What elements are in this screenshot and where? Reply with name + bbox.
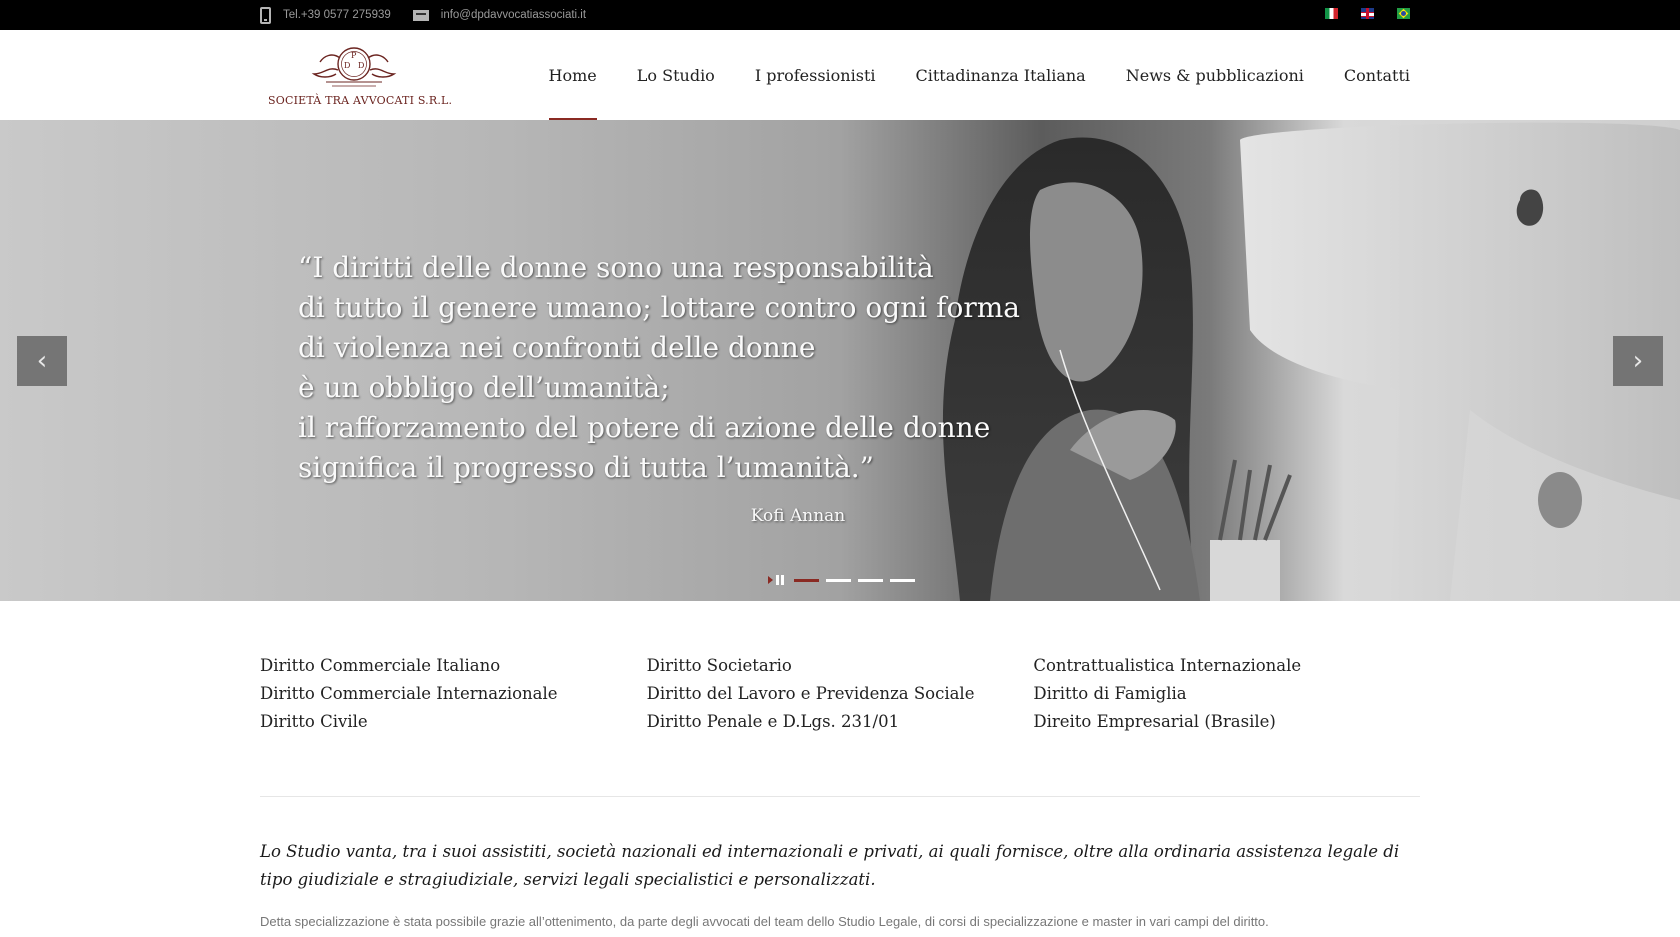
chevron-left-icon: ‹ — [36, 346, 48, 376]
nav-professionisti[interactable]: I professionisti — [755, 30, 876, 120]
chevron-right-icon: › — [1632, 346, 1644, 376]
hero-slider: “I diritti delle donne sono una responsa… — [0, 120, 1680, 601]
main-nav: Home Lo Studio I professionisti Cittadin… — [509, 30, 1410, 120]
phone-icon — [260, 6, 271, 24]
phone-number: Tel.+39 0577 275939 — [283, 9, 391, 21]
practice-areas: Diritto Commerciale Italiano Diritto Com… — [260, 652, 1420, 736]
email-address: info@dpdavvocatiassociati.it — [440, 9, 587, 21]
email-contact[interactable]: info@dpdavvocatiassociati.it — [412, 9, 587, 21]
uk-flag-icon[interactable] — [1361, 8, 1374, 19]
practice-area-link[interactable]: Diritto Civile — [260, 708, 647, 736]
slider-controls — [768, 575, 922, 585]
quote-line: “I diritti delle donne sono una responsa… — [298, 251, 934, 284]
italian-flag-icon[interactable] — [1325, 8, 1338, 19]
slide-dot-4[interactable] — [890, 578, 915, 582]
logo[interactable]: P D D SOCIETÀ TRA AVVOCATI S.R.L. — [266, 44, 453, 110]
intro-paragraph: Lo Studio vanta, tra i suoi assistiti, s… — [260, 842, 1400, 889]
slider-prev-button[interactable]: ‹ — [17, 336, 67, 386]
top-bar: Tel.+39 0577 275939 info@dpdavvocatiasso… — [0, 0, 1680, 30]
nav-lo-studio[interactable]: Lo Studio — [637, 30, 715, 120]
crest-logo-icon: P D D — [311, 47, 397, 87]
practice-column: Diritto Commerciale Italiano Diritto Com… — [260, 652, 647, 736]
quote-author: Kofi Annan — [750, 506, 846, 526]
practice-area-link[interactable]: Diritto di Famiglia — [1033, 680, 1420, 708]
detail-paragraph: Detta specializzazione è stata possibile… — [260, 914, 1269, 929]
practice-column: Diritto Societario Diritto del Lavoro e … — [647, 652, 1034, 736]
slide-dot-2[interactable] — [826, 578, 851, 582]
play-icon[interactable] — [768, 576, 773, 584]
hero-quote: “I diritti delle donne sono una responsa… — [298, 248, 1020, 488]
slide-dot-3[interactable] — [858, 578, 883, 582]
brazil-flag-icon[interactable] — [1397, 8, 1410, 19]
logo-text: SOCIETÀ TRA AVVOCATI S.R.L. — [268, 94, 453, 107]
quote-line: è un obbligo dell’umanità; — [298, 371, 670, 404]
nav-home[interactable]: Home — [548, 30, 598, 120]
slide-dot-1[interactable] — [794, 578, 819, 582]
nav-news[interactable]: News & pubblicazioni — [1126, 30, 1304, 120]
mail-icon — [412, 9, 429, 21]
section-divider — [260, 796, 1420, 797]
svg-text:P: P — [351, 51, 357, 60]
quote-line: di tutto il genere umano; lottare contro… — [298, 291, 1020, 324]
practice-area-link[interactable]: Contrattualistica Internazionale — [1033, 652, 1420, 680]
pause-icon[interactable] — [776, 575, 784, 585]
quote-line: di violenza nei confronti delle donne — [298, 331, 816, 364]
practice-area-link[interactable]: Diritto Commerciale Internazionale — [260, 680, 647, 708]
phone-contact[interactable]: Tel.+39 0577 275939 — [260, 6, 391, 24]
slider-next-button[interactable]: › — [1613, 336, 1663, 386]
practice-area-link[interactable]: Direito Empresarial (Brasile) — [1033, 708, 1420, 736]
practice-area-link[interactable]: Diritto Penale e D.Lgs. 231/01 — [647, 708, 1034, 736]
practice-area-link[interactable]: Diritto del Lavoro e Previdenza Sociale — [647, 680, 1034, 708]
practice-area-link[interactable]: Diritto Commerciale Italiano — [260, 652, 647, 680]
language-switcher — [1325, 8, 1410, 19]
site-header: P D D SOCIETÀ TRA AVVOCATI S.R.L. Home L… — [0, 30, 1680, 120]
practice-area-link[interactable]: Diritto Societario — [647, 652, 1034, 680]
quote-line: significa il progresso di tutta l’umanit… — [298, 451, 874, 484]
nav-contatti[interactable]: Contatti — [1344, 30, 1410, 120]
quote-line: il rafforzamento del potere di azione de… — [298, 411, 991, 444]
svg-text:D: D — [344, 61, 350, 70]
nav-cittadinanza[interactable]: Cittadinanza Italiana — [915, 30, 1085, 120]
svg-text:D: D — [358, 61, 364, 70]
practice-column: Contrattualistica Internazionale Diritto… — [1033, 652, 1420, 736]
